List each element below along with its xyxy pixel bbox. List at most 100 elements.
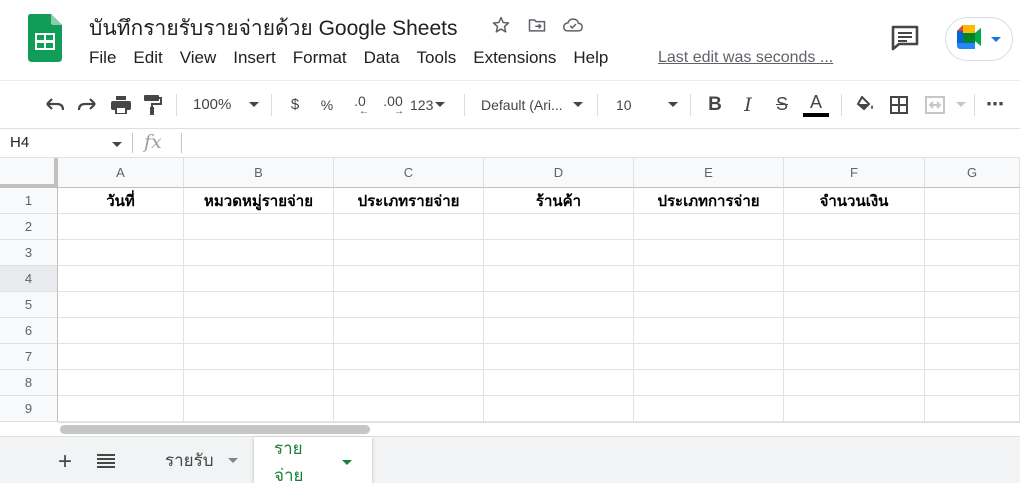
star-icon[interactable] xyxy=(490,14,512,36)
cell-g3[interactable] xyxy=(925,240,1020,266)
chevron-down-icon[interactable] xyxy=(956,102,966,107)
cell-f9[interactable] xyxy=(784,396,925,422)
scrollbar-thumb[interactable] xyxy=(60,425,370,434)
cell-d5[interactable] xyxy=(484,292,634,318)
last-edit-link[interactable]: Last edit was seconds ... xyxy=(658,49,833,67)
row-header-3[interactable]: 3 xyxy=(0,240,58,266)
horizontal-scrollbar[interactable] xyxy=(58,422,1020,436)
cell-e2[interactable] xyxy=(634,214,784,240)
cell-g6[interactable] xyxy=(925,318,1020,344)
percent-format-button[interactable]: % xyxy=(310,90,344,120)
cell-d9[interactable] xyxy=(484,396,634,422)
cell-a1[interactable]: วันที่ xyxy=(58,188,184,214)
cell-f3[interactable] xyxy=(784,240,925,266)
text-color-button[interactable]: A xyxy=(799,90,833,120)
cell-f2[interactable] xyxy=(784,214,925,240)
row-header-6[interactable]: 6 xyxy=(0,318,58,344)
row-header-4[interactable]: 4 xyxy=(0,266,58,292)
cell-g1[interactable] xyxy=(925,188,1020,214)
cell-e6[interactable] xyxy=(634,318,784,344)
cell-a5[interactable] xyxy=(58,292,184,318)
cell-a2[interactable] xyxy=(58,214,184,240)
fill-color-icon[interactable] xyxy=(850,90,882,120)
menu-view[interactable]: View xyxy=(180,48,225,68)
cell-c7[interactable] xyxy=(334,344,484,370)
cell-b2[interactable] xyxy=(184,214,334,240)
cloud-saved-icon[interactable] xyxy=(562,14,584,36)
borders-icon[interactable] xyxy=(882,90,916,120)
row-header-9[interactable]: 9 xyxy=(0,396,58,422)
cell-f4[interactable] xyxy=(784,266,925,292)
italic-button[interactable]: I xyxy=(731,90,765,120)
cell-b6[interactable] xyxy=(184,318,334,344)
strikethrough-button[interactable]: S xyxy=(765,90,799,120)
row-header-5[interactable]: 5 xyxy=(0,292,58,318)
google-sheets-logo-icon[interactable] xyxy=(28,14,62,62)
cell-e8[interactable] xyxy=(634,370,784,396)
cell-a9[interactable] xyxy=(58,396,184,422)
cell-a3[interactable] xyxy=(58,240,184,266)
more-options-icon[interactable]: ⋯ xyxy=(983,90,1007,120)
cell-e4[interactable] xyxy=(634,266,784,292)
currency-format-button[interactable]: $ xyxy=(280,90,310,120)
cell-d8[interactable] xyxy=(484,370,634,396)
select-all-corner[interactable] xyxy=(0,158,58,188)
cell-c3[interactable] xyxy=(334,240,484,266)
cell-g7[interactable] xyxy=(925,344,1020,370)
cell-f5[interactable] xyxy=(784,292,925,318)
cell-f6[interactable] xyxy=(784,318,925,344)
cell-a8[interactable] xyxy=(58,370,184,396)
cell-g5[interactable] xyxy=(925,292,1020,318)
more-formats-select[interactable]: 123 xyxy=(410,97,456,113)
cell-d1[interactable]: ร้านค้า xyxy=(484,188,634,214)
font-size-select[interactable]: 10 xyxy=(606,97,682,113)
document-title[interactable]: บันทึกรายรับรายจ่ายด้วย Google Sheets xyxy=(89,12,458,45)
cell-b3[interactable] xyxy=(184,240,334,266)
column-header-d[interactable]: D xyxy=(484,158,634,188)
cell-e7[interactable] xyxy=(634,344,784,370)
menu-format[interactable]: Format xyxy=(293,48,355,68)
paint-format-icon[interactable] xyxy=(138,90,168,120)
menu-data[interactable]: Data xyxy=(364,48,408,68)
move-folder-icon[interactable] xyxy=(526,14,548,36)
cell-f8[interactable] xyxy=(784,370,925,396)
cell-b1[interactable]: หมวดหมู่รายจ่าย xyxy=(184,188,334,214)
column-header-b[interactable]: B xyxy=(184,158,334,188)
column-header-a[interactable]: A xyxy=(58,158,184,188)
cell-e9[interactable] xyxy=(634,396,784,422)
menu-tools[interactable]: Tools xyxy=(417,48,465,68)
cell-g2[interactable] xyxy=(925,214,1020,240)
menu-help[interactable]: Help xyxy=(573,48,616,68)
undo-icon[interactable] xyxy=(40,90,70,120)
column-header-g[interactable]: G xyxy=(925,158,1020,188)
cell-c6[interactable] xyxy=(334,318,484,344)
menu-edit[interactable]: Edit xyxy=(133,48,170,68)
cell-d6[interactable] xyxy=(484,318,634,344)
cell-c5[interactable] xyxy=(334,292,484,318)
print-icon[interactable] xyxy=(104,90,138,120)
column-header-f[interactable]: F xyxy=(784,158,925,188)
cell-e3[interactable] xyxy=(634,240,784,266)
row-header-1[interactable]: 1 xyxy=(0,188,58,214)
cell-b7[interactable] xyxy=(184,344,334,370)
comment-history-icon[interactable] xyxy=(890,24,920,52)
cell-c2[interactable] xyxy=(334,214,484,240)
zoom-select[interactable]: 100% xyxy=(185,96,263,113)
cell-b5[interactable] xyxy=(184,292,334,318)
row-header-8[interactable]: 8 xyxy=(0,370,58,396)
sheet-tab-income[interactable]: รายรับ xyxy=(145,437,258,483)
font-family-select[interactable]: Default (Ari... xyxy=(473,97,589,113)
cell-e1[interactable]: ประเภทการจ่าย xyxy=(634,188,784,214)
menu-extensions[interactable]: Extensions xyxy=(473,48,564,68)
cell-g4[interactable] xyxy=(925,266,1020,292)
menu-insert[interactable]: Insert xyxy=(233,48,284,68)
cell-b8[interactable] xyxy=(184,370,334,396)
chevron-down-icon[interactable] xyxy=(227,458,238,463)
cell-a7[interactable] xyxy=(58,344,184,370)
decrease-decimal-button[interactable]: .0 ← xyxy=(344,90,376,120)
cell-b4[interactable] xyxy=(184,266,334,292)
formula-input[interactable] xyxy=(190,133,1010,155)
cell-a4[interactable] xyxy=(58,266,184,292)
redo-icon[interactable] xyxy=(70,90,104,120)
row-header-2[interactable]: 2 xyxy=(0,214,58,240)
